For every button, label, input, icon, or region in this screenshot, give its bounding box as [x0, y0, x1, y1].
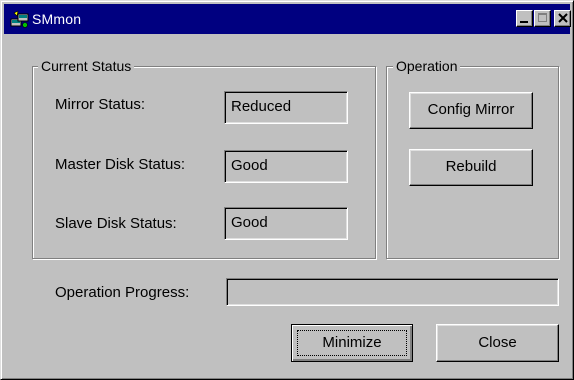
minimize-button-label: Minimize	[322, 334, 382, 351]
config-mirror-button-label: Config Mirror	[427, 101, 515, 118]
close-button-label: Close	[478, 334, 517, 351]
operation-group-title: Operation	[393, 57, 461, 75]
close-window-button[interactable]	[554, 10, 571, 27]
slave-disk-status-field: Good	[224, 207, 348, 240]
mirror-status-field: Reduced	[224, 91, 348, 124]
minimize-button[interactable]: Minimize	[291, 324, 413, 362]
slave-disk-status-label: Slave Disk Status:	[55, 215, 177, 232]
title-bar[interactable]: SMmon	[4, 4, 571, 34]
master-disk-status-label: Master Disk Status:	[55, 156, 186, 173]
smmon-window: SMmon Current Status Mirror Status: Redu…	[0, 0, 574, 380]
smmon-app-icon	[10, 10, 29, 28]
config-mirror-button[interactable]: Config Mirror	[409, 92, 533, 129]
mirror-status-label: Mirror Status:	[55, 96, 146, 113]
current-status-group-title: Current Status	[38, 57, 135, 75]
maximize-window-button[interactable]	[534, 10, 551, 27]
rebuild-button[interactable]: Rebuild	[409, 149, 533, 186]
minimize-window-button[interactable]	[516, 10, 533, 27]
operation-progress-label: Operation Progress:	[55, 284, 190, 301]
maximize-icon	[538, 13, 547, 22]
close-icon	[558, 13, 568, 23]
operation-progress-bar	[226, 278, 559, 306]
master-disk-status-field: Good	[224, 150, 348, 183]
minimize-icon	[520, 21, 528, 23]
close-button[interactable]: Close	[436, 324, 559, 362]
window-title: SMmon	[32, 11, 82, 27]
rebuild-button-label: Rebuild	[445, 158, 497, 175]
